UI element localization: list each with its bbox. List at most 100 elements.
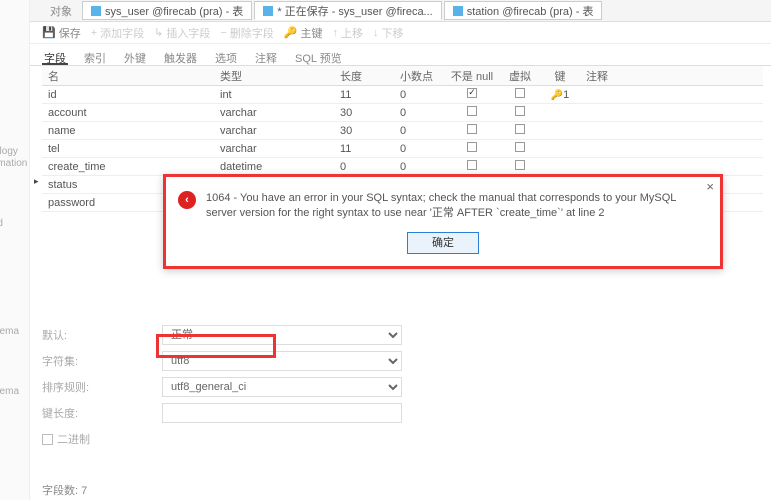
cell-type[interactable]: datetime xyxy=(214,159,334,175)
cell-key[interactable]: 🔑1 xyxy=(540,87,580,103)
add-field-button[interactable]: +添加字段 xyxy=(91,25,144,41)
cell-comment[interactable] xyxy=(580,147,700,151)
collation-select[interactable]: utf8_general_ci xyxy=(162,377,402,397)
cell-virtual[interactable] xyxy=(500,158,540,175)
cell-length[interactable]: 0 xyxy=(334,159,394,175)
cell-name[interactable]: id xyxy=(42,87,214,103)
tab-station[interactable]: station @firecab (pra) - 表 xyxy=(444,1,603,20)
cell-virtual[interactable] xyxy=(500,122,540,139)
binary-label: 二进制 xyxy=(57,431,90,447)
side-label: rd xyxy=(0,218,3,229)
default-label: 默认: xyxy=(42,327,142,343)
error-dialog: × ‹ 1064 - You have an error in your SQL… xyxy=(163,174,723,269)
cell-decimal[interactable]: 0 xyxy=(394,123,444,139)
cell-type[interactable]: varchar xyxy=(214,123,334,139)
cell-name[interactable]: account xyxy=(42,105,214,121)
tab-bar: 对象 sys_user @firecab (pra) - 表 * 正在保存 - … xyxy=(0,0,771,22)
insert-field-button[interactable]: ↳插入字段 xyxy=(154,25,210,41)
cell-length[interactable]: 30 xyxy=(334,123,394,139)
primary-key-button[interactable]: 🔑主键 xyxy=(284,25,323,41)
col-type[interactable]: 类型 xyxy=(214,66,334,86)
checkbox-icon xyxy=(515,88,525,98)
subtab-options[interactable]: 选项 xyxy=(213,48,239,65)
tab-label: sys_user @firecab (pra) - 表 xyxy=(105,3,243,19)
cell-type[interactable]: int xyxy=(214,87,334,103)
cell-key[interactable] xyxy=(540,147,580,151)
col-virtual[interactable]: 虚拟 xyxy=(500,66,540,86)
cell-notnull[interactable] xyxy=(444,158,500,175)
subtab-triggers[interactable]: 触发器 xyxy=(162,48,199,65)
col-name[interactable]: 名 xyxy=(42,66,214,86)
cell-comment[interactable] xyxy=(580,93,700,97)
cell-notnull[interactable] xyxy=(444,122,500,139)
subtab-fk[interactable]: 外键 xyxy=(122,48,148,65)
cell-virtual[interactable] xyxy=(500,86,540,103)
grid-header: 名 类型 长度 小数点 不是 null 虚拟 键 注释 xyxy=(42,66,763,86)
cell-virtual[interactable] xyxy=(500,104,540,121)
up-icon: ↑ xyxy=(333,27,339,39)
keylen-input[interactable] xyxy=(162,403,402,423)
col-key[interactable]: 键 xyxy=(540,66,580,86)
cell-type[interactable]: varchar xyxy=(214,105,334,121)
charset-label: 字符集: xyxy=(42,353,142,369)
default-select[interactable]: 正常 xyxy=(162,325,402,345)
move-up-button[interactable]: ↑上移 xyxy=(333,25,364,41)
checkbox-icon xyxy=(515,160,525,170)
table-row[interactable]: accountvarchar300 xyxy=(42,104,763,122)
binary-checkbox[interactable]: 二进制 xyxy=(42,431,90,447)
cell-virtual[interactable] xyxy=(500,140,540,157)
checkbox-icon xyxy=(467,142,477,152)
cell-decimal[interactable]: 0 xyxy=(394,105,444,121)
cell-type[interactable]: varchar xyxy=(214,141,334,157)
cell-comment[interactable] xyxy=(580,111,700,115)
cell-name[interactable]: name xyxy=(42,123,214,139)
cell-decimal[interactable]: 0 xyxy=(394,141,444,157)
col-notnull[interactable]: 不是 null xyxy=(444,66,500,86)
save-button[interactable]: 💾保存 xyxy=(42,25,81,41)
cell-key[interactable] xyxy=(540,111,580,115)
cell-notnull[interactable] xyxy=(444,86,500,103)
toolbar: 💾保存 +添加字段 ↳插入字段 −删除字段 🔑主键 ↑上移 ↓下移 xyxy=(0,22,771,44)
cell-length[interactable]: 30 xyxy=(334,105,394,121)
cell-notnull[interactable] xyxy=(444,104,500,121)
col-comment[interactable]: 注释 xyxy=(580,66,700,86)
table-row[interactable]: idint110 🔑1 xyxy=(42,86,763,104)
cell-comment[interactable] xyxy=(580,129,700,133)
side-label: rmation xyxy=(0,158,27,169)
cell-length[interactable]: 11 xyxy=(334,87,394,103)
cell-length[interactable]: 11 xyxy=(334,141,394,157)
charset-select[interactable]: utf8 xyxy=(162,351,402,371)
cell-decimal[interactable]: 0 xyxy=(394,159,444,175)
subtab-fields[interactable]: 字段 xyxy=(42,48,68,65)
move-down-button[interactable]: ↓下移 xyxy=(373,25,404,41)
table-row[interactable]: namevarchar300 xyxy=(42,122,763,140)
key-icon: 🔑 xyxy=(284,26,298,39)
row-marker-icon: ▸ xyxy=(34,176,39,187)
subtab-comment[interactable]: 注释 xyxy=(253,48,279,65)
col-length[interactable]: 长度 xyxy=(334,66,394,86)
insert-icon: ↳ xyxy=(154,26,163,39)
side-label: hema xyxy=(0,386,19,397)
side-label: ology xyxy=(0,146,18,157)
checkbox-icon xyxy=(515,124,525,134)
subtab-indexes[interactable]: 索引 xyxy=(82,48,108,65)
cell-key[interactable] xyxy=(540,129,580,133)
cell-comment[interactable] xyxy=(580,165,700,169)
checkbox-icon xyxy=(515,142,525,152)
table-icon xyxy=(453,6,463,16)
table-row[interactable]: telvarchar110 xyxy=(42,140,763,158)
cell-name[interactable]: tel xyxy=(42,141,214,157)
tab-sysuser[interactable]: sys_user @firecab (pra) - 表 xyxy=(82,1,252,20)
delete-icon: − xyxy=(220,27,226,39)
delete-field-button[interactable]: −删除字段 xyxy=(220,25,273,41)
cell-decimal[interactable]: 0 xyxy=(394,87,444,103)
cell-notnull[interactable] xyxy=(444,140,500,157)
cell-key[interactable] xyxy=(540,165,580,169)
col-decimal[interactable]: 小数点 xyxy=(394,66,444,86)
cell-name[interactable]: create_time xyxy=(42,159,214,175)
tab-saving[interactable]: * 正在保存 - sys_user @fireca... xyxy=(254,1,441,20)
close-button[interactable]: × xyxy=(706,179,714,194)
ok-button[interactable]: 确定 xyxy=(407,232,479,254)
subtab-sql-preview[interactable]: SQL 预览 xyxy=(293,48,344,65)
tab-objects[interactable]: 对象 xyxy=(42,1,80,20)
